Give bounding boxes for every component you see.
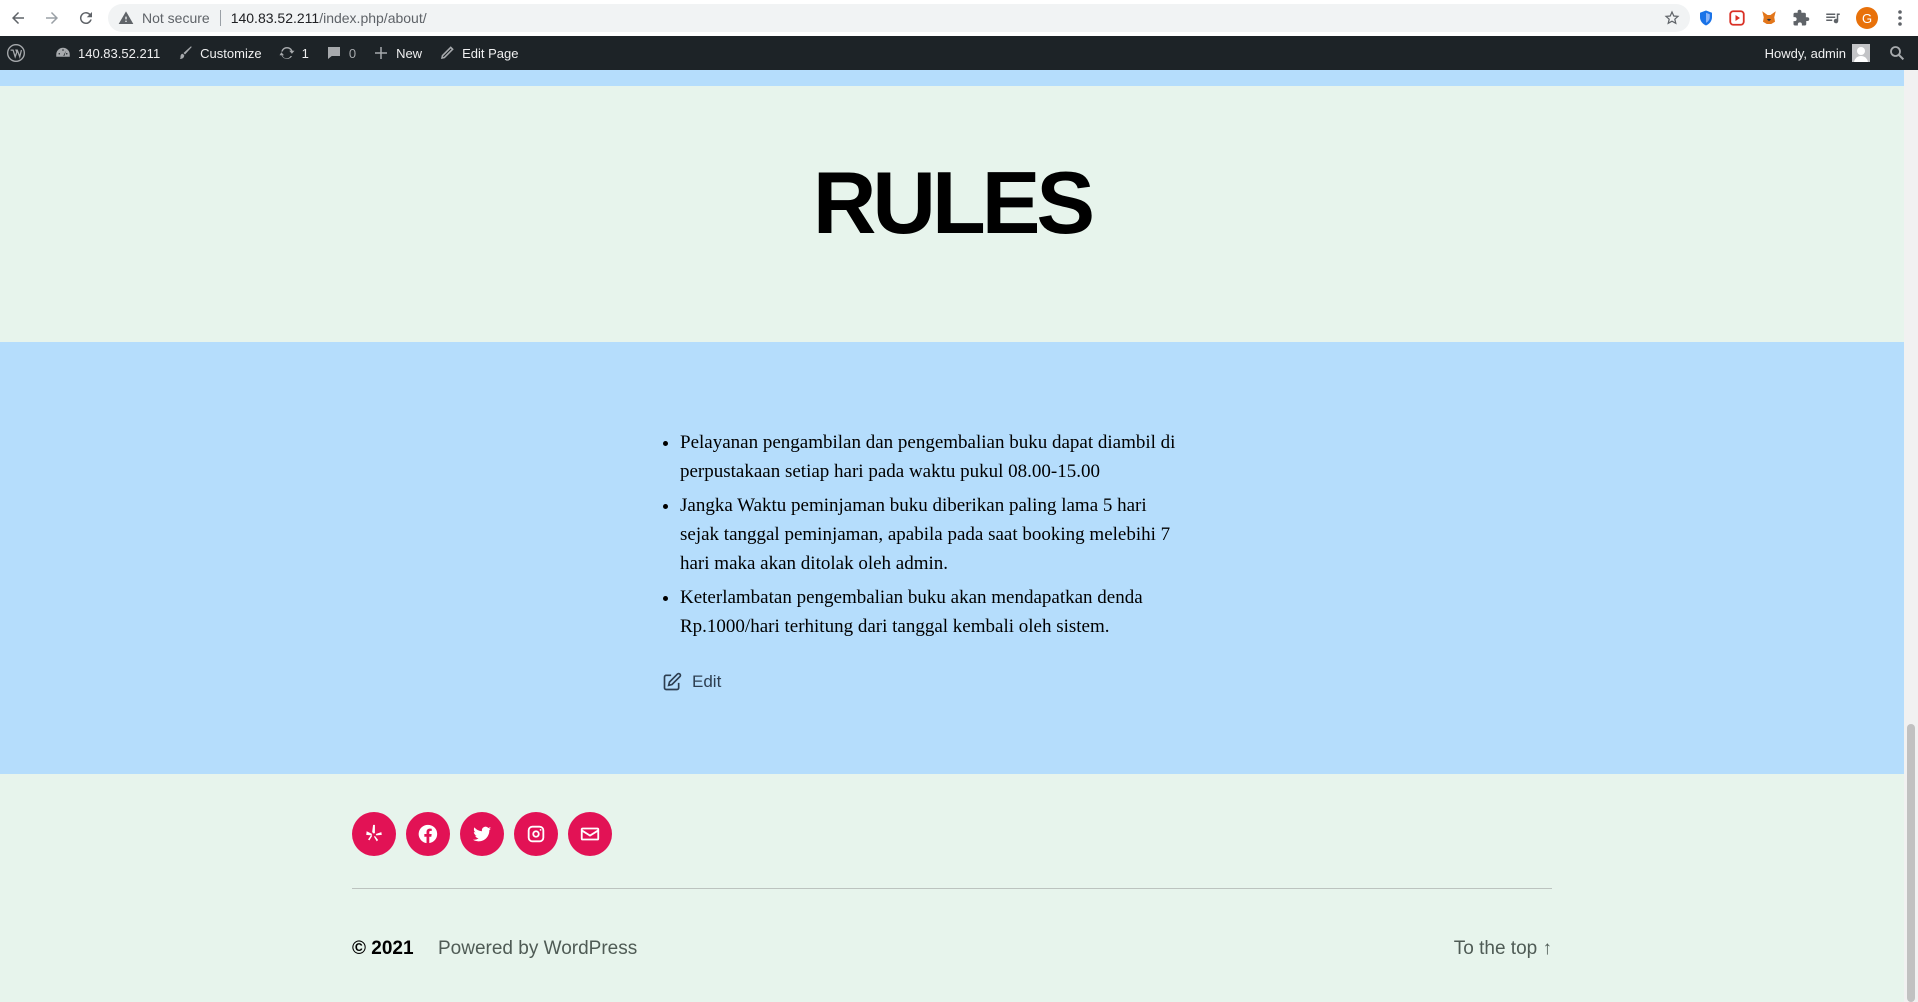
warning-icon	[118, 11, 134, 24]
omnibox-divider	[219, 10, 221, 26]
updates-icon	[279, 46, 295, 59]
search-icon	[1890, 46, 1905, 61]
customize-link[interactable]: Customize	[168, 36, 269, 70]
page-title: RULES	[812, 153, 1095, 252]
page-scrollbar[interactable]	[1904, 70, 1918, 1002]
updates-count: 1	[301, 45, 309, 61]
page-content: RULES Pelayanan pengambilan dan pengemba…	[0, 70, 1904, 1002]
profile-avatar[interactable]: G	[1856, 7, 1878, 29]
rules-list: Pelayanan pengambilan dan pengembalian b…	[680, 428, 1240, 646]
entry-content: Pelayanan pengambilan dan pengembalian b…	[0, 342, 1904, 774]
howdy-label: Howdy, admin	[1764, 45, 1846, 61]
list-item: Keterlambatan pengembalian buku akan men…	[680, 583, 1240, 641]
edit-icon	[663, 672, 682, 691]
scrollbar-thumb[interactable]	[1907, 724, 1915, 1002]
rule-line: Jangka Waktu peminjaman buku diberikan p…	[680, 495, 1147, 516]
bookmark-star-icon[interactable]	[1664, 10, 1680, 26]
url-path: /index.php/about/	[319, 10, 427, 26]
instagram-link[interactable]	[514, 812, 558, 856]
comments-link[interactable]: 0	[317, 36, 364, 70]
site-name-link[interactable]: 140.83.52.211	[40, 36, 168, 70]
mail-icon	[580, 827, 600, 841]
rule-line: Pelayanan pengambilan dan pengembalian b…	[680, 432, 1176, 453]
mail-link[interactable]	[568, 812, 612, 856]
plus-icon	[375, 47, 388, 59]
url-host: 140.83.52.211	[230, 10, 320, 26]
edit-page-label: Edit Page	[462, 45, 519, 61]
dashboard-icon	[56, 47, 70, 57]
edit-page-link[interactable]: Edit Page	[430, 36, 526, 70]
my-account-link[interactable]: Howdy, admin	[1757, 36, 1878, 70]
admin-bar-right: Howdy, admin	[1757, 36, 1918, 70]
metamask-fox-icon[interactable]	[1759, 8, 1779, 28]
rule-line: hari maka akan ditolak oleh admin.	[680, 553, 949, 574]
wordpress-logo-icon[interactable]	[0, 36, 40, 70]
edit-label: Edit	[692, 672, 722, 691]
customize-label: Customize	[200, 45, 262, 61]
forward-icon[interactable]	[36, 2, 68, 34]
footer-divider	[352, 888, 1552, 889]
yelp-link[interactable]	[352, 812, 396, 856]
browser-menu-icon[interactable]	[1892, 8, 1908, 28]
pencil-icon	[441, 46, 454, 59]
footer-copyright: © 2021	[352, 938, 414, 959]
site-name-label: 140.83.52.211	[78, 45, 161, 61]
facebook-icon	[418, 824, 438, 844]
twitter-icon	[472, 826, 492, 842]
to-the-top-link[interactable]: To the top ↑	[1454, 938, 1552, 960]
puzzle-extensions-icon[interactable]	[1791, 8, 1811, 28]
paintbrush-icon	[179, 46, 192, 59]
user-avatar-icon	[1852, 44, 1870, 62]
list-item: Jangka Waktu peminjaman buku diberikan p…	[680, 491, 1240, 578]
wp-admin-bar: 140.83.52.211 Customize 1 0 New Edit Pag…	[0, 36, 1918, 70]
facebook-link[interactable]	[406, 812, 450, 856]
twitter-link[interactable]	[460, 812, 504, 856]
instagram-icon	[527, 825, 545, 843]
site-footer: © 2021 Powered by WordPress To the top ↑	[0, 774, 1904, 1002]
new-label: New	[396, 45, 423, 61]
rule-line: perpustakaan setiap hari pada waktu puku…	[680, 461, 1100, 482]
powered-by-link[interactable]: Powered by WordPress	[438, 938, 637, 960]
rule-line: sejak tanggal peminjaman, apabila pada s…	[680, 524, 1171, 545]
social-menu	[352, 812, 622, 856]
admin-search-button[interactable]	[1878, 36, 1918, 70]
media-extension-icon[interactable]	[1727, 8, 1747, 28]
header-strip	[0, 70, 1904, 86]
back-icon[interactable]	[2, 2, 34, 34]
list-item: Pelayanan pengambilan dan pengembalian b…	[680, 428, 1240, 486]
rule-line: Rp.1000/hari terhitung dari tanggal kemb…	[680, 616, 1110, 637]
browser-toolbar: Not secure 140.83.52.211/index.php/about…	[0, 0, 1918, 36]
address-bar[interactable]: Not secure 140.83.52.211/index.php/about…	[108, 4, 1690, 32]
reading-list-icon[interactable]	[1823, 8, 1843, 28]
comment-bubble-icon	[327, 47, 340, 59]
new-content-link[interactable]: New	[364, 36, 430, 70]
edit-post-link[interactable]: Edit	[662, 672, 721, 692]
entry-header: RULES	[0, 86, 1904, 342]
comments-count: 0	[348, 45, 357, 61]
rule-line: Keterlambatan pengembalian buku akan men…	[680, 587, 1143, 608]
shield-extension-icon[interactable]	[1696, 8, 1716, 28]
reload-icon[interactable]	[70, 2, 102, 34]
updates-link[interactable]: 1	[270, 36, 317, 70]
yelp-icon	[366, 824, 382, 842]
security-label: Not secure	[142, 10, 210, 26]
